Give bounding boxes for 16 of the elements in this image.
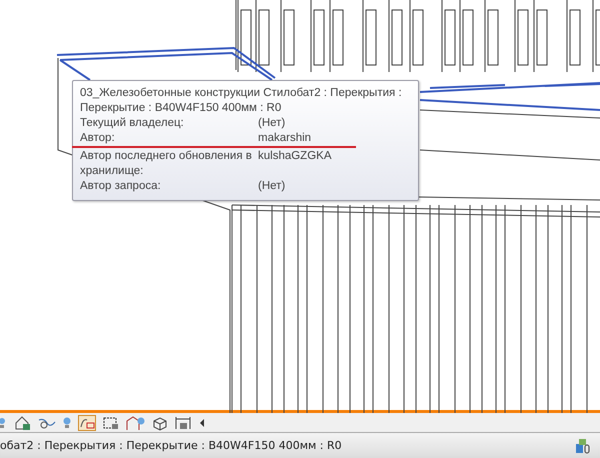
property-value: makarshin [258,131,312,146]
property-label: Автор запроса: [80,179,162,194]
property-label: Текущий владелец: [80,116,185,131]
box-icon[interactable] [152,414,168,430]
status-text: обат2 : Перекрытия : Перекрытие : B40W4F150 400мм : R0 [0,439,342,452]
bulb-icon[interactable] [62,416,72,430]
property-label: Автор последнего обновления в хранилище: [80,149,253,179]
worksharing-icon[interactable] [574,436,592,454]
property-value: kulshaGZGKA [258,149,332,164]
scroll-left-icon[interactable] [198,418,206,428]
bulb-icon[interactable] [0,416,8,430]
property-value: (Нет) [258,116,286,131]
property-value: (Нет) [258,179,286,194]
crop-region-icon[interactable] [102,414,120,430]
element-name: 03_Железобетонные конструкции Стилобат2 : Перекрытия : Перекрытие : B40W4F150 400мм : R0 [80,86,403,116]
property-label: Автор: [80,131,116,146]
